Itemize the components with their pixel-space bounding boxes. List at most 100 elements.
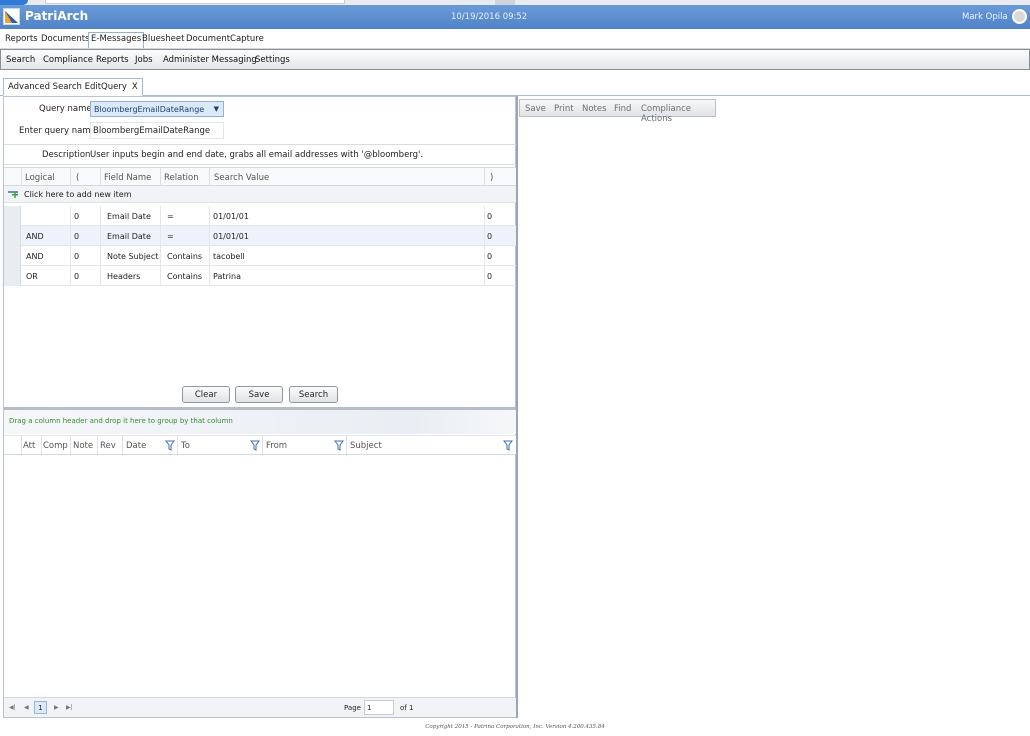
enter-query-name-input[interactable]: BloombergEmailDateRange xyxy=(90,122,224,139)
main-nav-bluesheet[interactable]: Bluesheet xyxy=(142,34,184,44)
cell-logical[interactable]: AND xyxy=(26,252,44,261)
table-row[interactable]: 0 Email Date = 01/01/01 0 xyxy=(4,206,516,226)
filter-icon[interactable] xyxy=(334,440,344,451)
col-note[interactable]: Note xyxy=(73,441,93,451)
chevron-down-icon: ▼ xyxy=(213,105,219,113)
preview-notes-button[interactable]: Notes xyxy=(582,104,607,114)
tab-close-button[interactable]: X xyxy=(132,82,138,92)
filter-icon[interactable] xyxy=(165,440,175,451)
filter-icon[interactable] xyxy=(250,440,260,451)
group-by-drop-zone[interactable]: Drag a column header and drop it here to… xyxy=(4,410,516,434)
cell-value[interactable]: tacobell xyxy=(213,252,245,261)
message-preview-panel: Save Print Notes Find Compliance Actions xyxy=(516,96,1030,718)
description-row: Description User inputs begin and end da… xyxy=(4,144,516,165)
preview-toolbar: Save Print Notes Find Compliance Actions xyxy=(519,99,716,124)
browser-address-bar[interactable] xyxy=(45,0,345,4)
preview-save-button[interactable]: Save xyxy=(525,104,546,114)
user-avatar-icon[interactable] xyxy=(1012,9,1027,24)
sub-nav-reports[interactable]: Reports xyxy=(96,55,129,65)
description-input[interactable]: User inputs begin and end date, grabs al… xyxy=(90,150,423,160)
main-nav-e-messages[interactable]: E-Messages xyxy=(88,32,145,48)
clear-button[interactable]: Clear xyxy=(182,386,230,403)
cell-close[interactable]: 0 xyxy=(487,232,492,241)
col-field-name[interactable]: Field Name xyxy=(104,173,151,183)
user-name[interactable]: Mark Opila xyxy=(962,12,1008,22)
prev-page-icon[interactable]: ◀ xyxy=(24,704,29,711)
col-to[interactable]: To xyxy=(181,441,190,451)
col-from[interactable]: From xyxy=(266,441,287,451)
col-subject[interactable]: Subject xyxy=(350,441,382,451)
add-new-item-row[interactable]: Click here to add new item xyxy=(4,186,516,203)
col-date[interactable]: Date xyxy=(126,441,146,451)
copyright-footer: Copyright 2015 - Patrina Corporation, In… xyxy=(425,724,605,730)
tab-advanced-search-editquery[interactable]: Advanced Search EditQuery X xyxy=(3,78,143,96)
page-input[interactable]: 1 xyxy=(364,700,394,715)
cell-open[interactable]: 0 xyxy=(74,252,79,261)
col-close-paren[interactable]: ) xyxy=(490,173,493,183)
add-row-icon xyxy=(8,191,18,198)
cell-close[interactable]: 0 xyxy=(487,272,492,281)
cell-value[interactable]: 01/01/01 xyxy=(213,232,249,241)
table-row[interactable]: OR 0 Headers Contains Patrina 0 xyxy=(4,266,516,286)
cell-relation[interactable]: = xyxy=(167,232,174,241)
cell-open[interactable]: 0 xyxy=(74,232,79,241)
page-number-button[interactable]: 1 xyxy=(34,701,47,714)
sub-nav-search[interactable]: Search xyxy=(6,55,35,65)
sub-nav-jobs[interactable]: Jobs xyxy=(135,55,153,65)
search-button[interactable]: Search xyxy=(289,386,338,403)
col-att[interactable]: Att xyxy=(23,441,35,451)
preview-find-button[interactable]: Find xyxy=(614,104,631,114)
page-label: Page xyxy=(344,704,361,712)
col-search-value[interactable]: Search Value xyxy=(214,173,269,183)
sub-nav-administer-messaging[interactable]: Administer Messaging xyxy=(163,55,257,65)
cell-field[interactable]: Headers xyxy=(107,272,140,281)
main-nav-documents[interactable]: Documents xyxy=(41,34,89,44)
tab-strip: Advanced Search EditQuery X xyxy=(0,78,1030,96)
cell-field[interactable]: Email Date xyxy=(107,212,151,221)
app-name: PatriArch xyxy=(25,9,89,23)
cell-logical[interactable]: AND xyxy=(26,232,44,241)
criteria-grid-header: Logical ( Field Name Relation Search Val… xyxy=(4,167,516,187)
page-count-label: of 1 xyxy=(400,704,414,712)
cell-value[interactable]: 01/01/01 xyxy=(213,212,249,221)
sub-nav-compliance[interactable]: Compliance xyxy=(43,55,93,65)
next-page-icon[interactable]: ▶ xyxy=(54,704,59,711)
col-open-paren[interactable]: ( xyxy=(76,173,79,183)
description-label: Description xyxy=(42,150,91,160)
cell-logical[interactable]: OR xyxy=(26,272,38,281)
compliance-actions-button[interactable]: Compliance Actions xyxy=(641,104,715,124)
table-row[interactable]: AND 0 Note Subject Contains tacobell 0 xyxy=(4,246,516,266)
cell-relation[interactable]: Contains xyxy=(167,252,202,261)
cell-open[interactable]: 0 xyxy=(74,272,79,281)
col-logical[interactable]: Logical xyxy=(25,173,55,183)
last-page-icon[interactable]: ▶| xyxy=(66,704,73,711)
results-grid-header: Att Comp Note Rev Date To From Subject xyxy=(4,435,516,456)
query-name-label: Query name xyxy=(39,104,92,114)
col-comp[interactable]: Comp xyxy=(43,441,68,451)
query-editor-panel: Query name BloombergEmailDateRange ▼ Ent… xyxy=(3,96,516,718)
cell-field[interactable]: Note Subject xyxy=(107,252,158,261)
tab-label: Advanced Search EditQuery xyxy=(8,82,127,92)
main-nav: Reports Documents E-Messages Bluesheet D… xyxy=(0,29,1030,49)
sub-nav-settings[interactable]: Settings xyxy=(255,55,290,65)
cell-open[interactable]: 0 xyxy=(74,212,79,221)
query-name-dropdown[interactable]: BloombergEmailDateRange ▼ xyxy=(90,101,224,117)
filter-icon[interactable] xyxy=(503,440,513,451)
save-button[interactable]: Save xyxy=(235,386,283,403)
query-name-value: BloombergEmailDateRange xyxy=(94,105,205,114)
col-relation[interactable]: Relation xyxy=(164,173,199,183)
col-rev[interactable]: Rev xyxy=(100,441,116,451)
app-title-bar: PatriArch 10/19/2016 09:52 Mark Opila xyxy=(0,5,1030,29)
table-row[interactable]: AND 0 Email Date = 01/01/01 0 xyxy=(4,226,516,246)
main-nav-reports[interactable]: Reports xyxy=(5,34,38,44)
cell-field[interactable]: Email Date xyxy=(107,232,151,241)
main-nav-documentcapture[interactable]: DocumentCapture xyxy=(186,34,264,44)
patriarch-logo-icon xyxy=(3,8,20,25)
cell-relation[interactable]: Contains xyxy=(167,272,202,281)
cell-value[interactable]: Patrina xyxy=(213,272,241,281)
preview-print-button[interactable]: Print xyxy=(554,104,574,114)
cell-close[interactable]: 0 xyxy=(487,212,492,221)
first-page-icon[interactable]: ◀| xyxy=(9,704,16,711)
cell-relation[interactable]: = xyxy=(167,212,174,221)
cell-close[interactable]: 0 xyxy=(487,252,492,261)
